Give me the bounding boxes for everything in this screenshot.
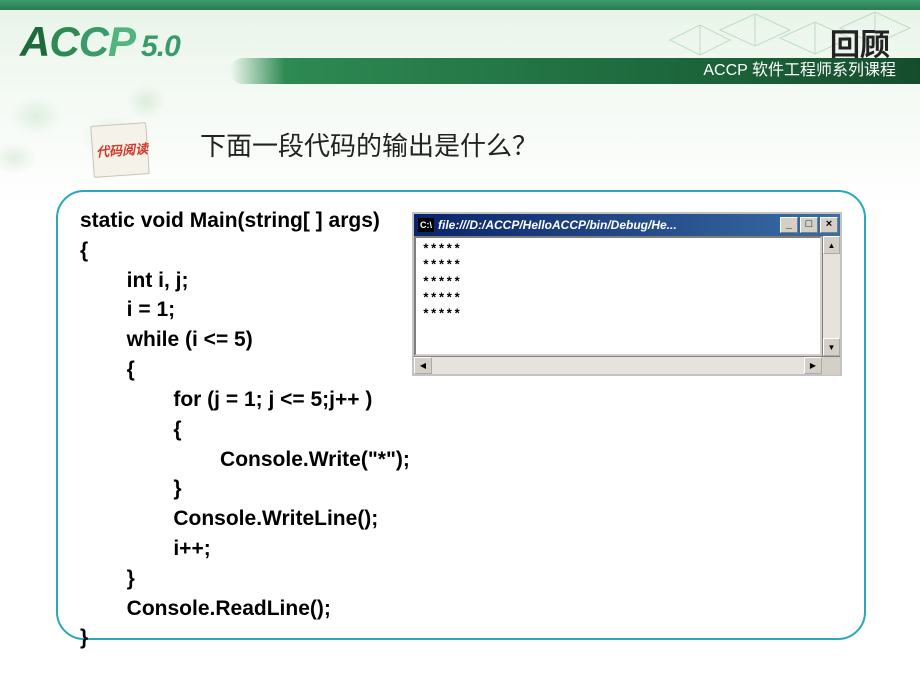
question-prompt: 下面一段代码的输出是什么？: [200, 126, 538, 163]
code-reading-badge: 代码阅读: [82, 118, 160, 182]
minimize-button[interactable]: _: [780, 217, 798, 233]
console-window: C:\ file:///D:/ACCP/HelloACCP/bin/Debug/…: [412, 212, 842, 376]
hscroll-track[interactable]: [432, 357, 804, 374]
horizontal-scrollbar[interactable]: ◀ ▶: [414, 356, 840, 374]
logo-version: 5.0: [141, 30, 180, 63]
console-title: file:///D:/ACCP/HelloACCP/bin/Debug/He..…: [438, 218, 778, 232]
console-output: ***** ***** ***** ***** *****: [414, 236, 822, 356]
scroll-down-icon[interactable]: ▼: [823, 338, 840, 356]
scroll-up-icon[interactable]: ▲: [823, 236, 840, 254]
accp-logo: ACCP5.0: [20, 18, 180, 66]
console-body: ***** ***** ***** ***** ***** ▲ ▼: [414, 236, 840, 356]
close-button[interactable]: ×: [820, 217, 838, 233]
console-titlebar: C:\ file:///D:/ACCP/HelloACCP/bin/Debug/…: [414, 214, 840, 236]
maximize-button[interactable]: □: [800, 217, 818, 233]
subtitle-band: ACCP 软件工程师系列课程: [230, 58, 920, 84]
vscroll-track[interactable]: [823, 254, 840, 338]
vertical-scrollbar[interactable]: ▲ ▼: [822, 236, 840, 356]
scroll-right-icon[interactable]: ▶: [804, 357, 822, 374]
content-panel: static void Main(string[ ] args) { int i…: [56, 190, 866, 640]
badge-label: 代码阅读: [95, 138, 148, 161]
console-icon: C:\: [418, 218, 434, 232]
scroll-left-icon[interactable]: ◀: [414, 357, 432, 374]
scroll-corner: [822, 357, 840, 375]
